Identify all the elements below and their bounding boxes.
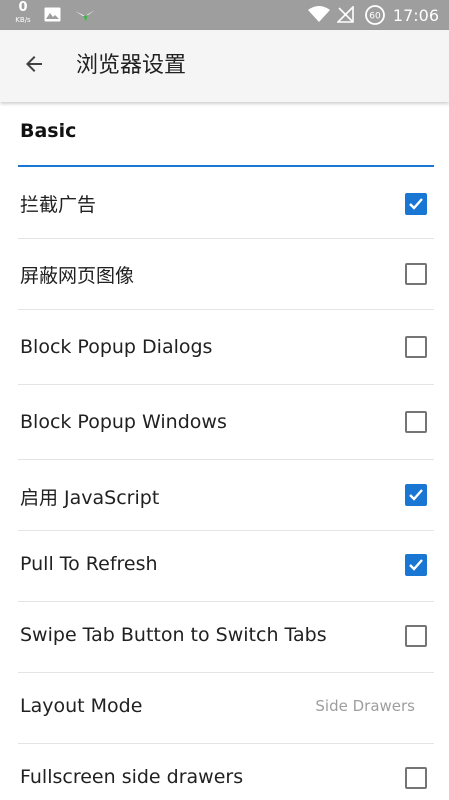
battery-level: 60 <box>369 12 381 22</box>
battery-icon: 60 <box>365 5 385 29</box>
arrow-back-icon <box>22 52 46 80</box>
back-button[interactable] <box>16 48 52 84</box>
image-icon <box>44 7 61 26</box>
setting-label: Pull To Refresh <box>20 553 158 575</box>
checkbox-unchecked[interactable] <box>405 411 427 433</box>
setting-row-block-images[interactable]: 屏蔽网页图像 <box>0 239 449 310</box>
app-toolbar: 浏览器设置 <box>0 30 449 102</box>
section-divider <box>18 165 434 167</box>
setting-row-pull-to-refresh[interactable]: Pull To Refresh <box>0 531 449 602</box>
checkbox-checked[interactable] <box>405 484 427 506</box>
setting-row-block-popup-dialogs[interactable]: Block Popup Dialogs <box>0 310 449 385</box>
setting-label: Fullscreen side drawers <box>20 766 244 788</box>
checkbox-unchecked[interactable] <box>405 263 427 285</box>
network-speed-value: 0 <box>18 0 28 15</box>
setting-row-block-popup-windows[interactable]: Block Popup Windows <box>0 385 449 460</box>
setting-row-swipe-tab-button[interactable]: Swipe Tab Button to Switch Tabs <box>0 602 449 673</box>
settings-list: Basic 拦截广告 屏蔽网页图像 Block Popup Dialogs Bl… <box>0 102 449 800</box>
setting-label: 拦截广告 <box>20 194 97 216</box>
setting-label: 启用 JavaScript <box>20 487 160 509</box>
checkbox-unchecked[interactable] <box>405 625 427 647</box>
network-speed: 0 KB/s <box>10 0 36 25</box>
checkbox-checked[interactable] <box>405 554 427 576</box>
checkbox-checked[interactable] <box>405 193 427 215</box>
status-bar: 0 KB/s 60 17:06 <box>0 0 449 30</box>
network-speed-unit: KB/s <box>15 16 31 24</box>
checkbox-unchecked[interactable] <box>405 767 427 789</box>
setting-row-fullscreen-side-drawers[interactable]: Fullscreen side drawers <box>0 744 449 800</box>
setting-label: Block Popup Windows <box>20 411 227 433</box>
layout-mode-value: Side Drawers <box>315 697 415 715</box>
setting-label: Block Popup Dialogs <box>20 336 213 358</box>
clock: 17:06 <box>392 6 439 25</box>
setting-label: 屏蔽网页图像 <box>20 265 135 287</box>
page-title: 浏览器设置 <box>76 53 187 78</box>
setting-row-block-ads[interactable]: 拦截广告 <box>0 168 449 239</box>
checkbox-unchecked[interactable] <box>405 336 427 358</box>
setting-row-layout-mode[interactable]: Layout Mode Side Drawers <box>0 673 449 744</box>
cat-app-icon <box>74 8 96 27</box>
no-signal-icon <box>336 5 354 27</box>
wifi-icon <box>308 6 330 27</box>
setting-label: Layout Mode <box>20 695 143 717</box>
setting-row-enable-javascript[interactable]: 启用 JavaScript <box>0 460 449 531</box>
section-header-basic: Basic <box>20 120 77 142</box>
setting-label: Swipe Tab Button to Switch Tabs <box>20 624 327 646</box>
